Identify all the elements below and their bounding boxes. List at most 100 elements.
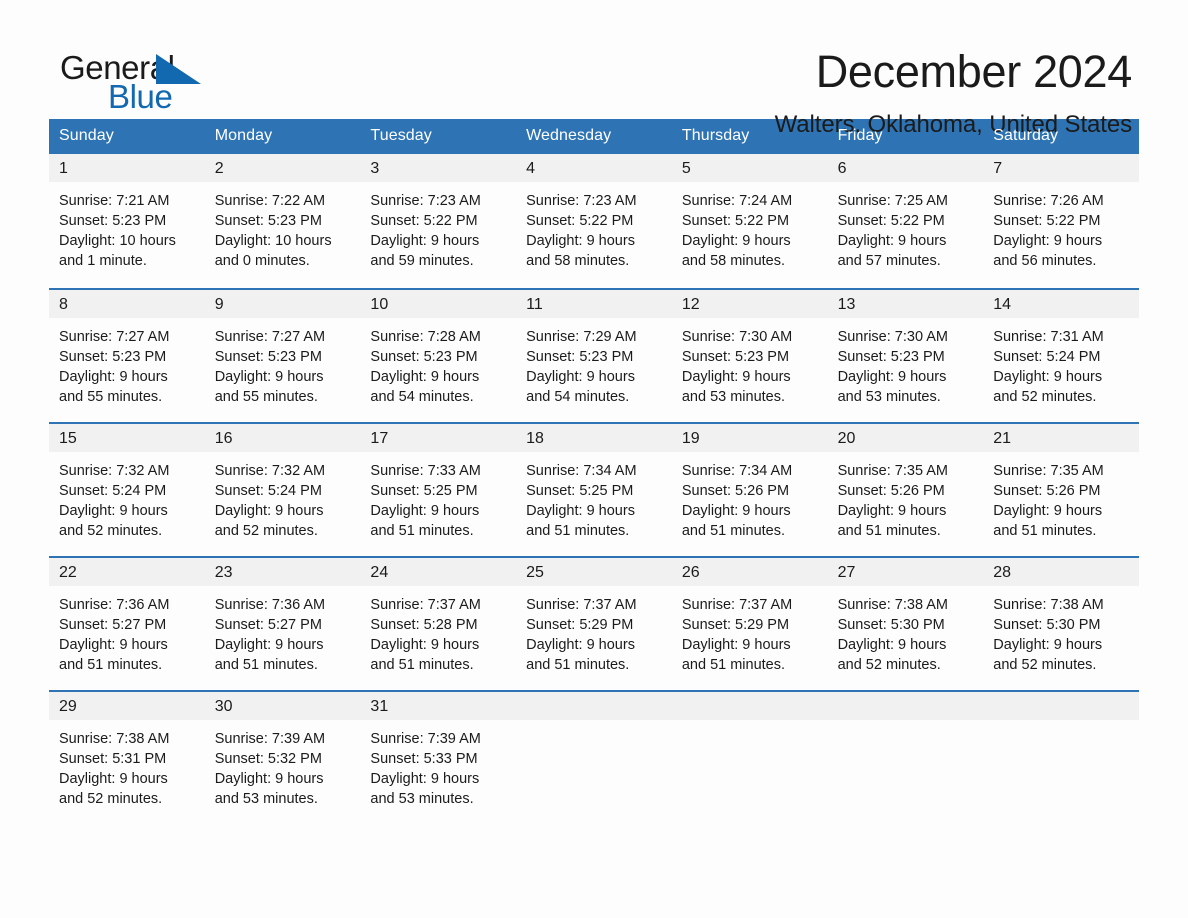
- day-sun-info: Sunrise: 7:26 AM Sunset: 5:22 PM Daylight:…: [983, 182, 1139, 271]
- day-daylight-line2-text: and 53 minutes.: [681, 389, 786, 405]
- day-sun-info: Sunrise: 7:37 AM Sunset: 5:29 PM Daylight:…: [516, 586, 672, 675]
- logo-text-blue: Blue: [108, 78, 173, 115]
- day-cell[interactable]: 4 Sunrise: 7:23 AM Sunset: 5:22 PM Daylight…: [516, 154, 672, 288]
- day-cell[interactable]: 26 Sunrise: 7:37 AM Sunset: 5:29 PM Dayligh…: [671, 556, 828, 690]
- day-daylight-line1-text: Daylight: 9 hours: [59, 503, 168, 519]
- calendar-week-row: 29 Sunrise: 7:38 AM Sunset: 5:31 PM Dayligh…: [49, 690, 1139, 812]
- day-number: 17: [360, 424, 517, 452]
- day-sunset-text: Sunset: 5:30 PM: [993, 617, 1101, 633]
- day-sun-info: Sunrise: 7:25 AM Sunset: 5:22 PM Daylight:…: [828, 182, 984, 271]
- day-sunset-text: Sunset: 5:22 PM: [681, 213, 790, 229]
- day-daylight-line1-text: Daylight: 9 hours: [526, 369, 635, 385]
- weekday-header-friday: Friday: [837, 127, 883, 144]
- day-daylight-line2-text: and 51 minutes.: [526, 523, 630, 539]
- page-header: General Blue December 2024 Walters, Okla…: [0, 0, 1188, 139]
- day-sunset-text: Sunset: 5:30 PM: [837, 617, 945, 633]
- day-cell[interactable]: 21 Sunrise: 7:35 AM Sunset: 5:26 PM Dayligh…: [983, 422, 1139, 556]
- day-sun-info: Sunrise: 7:30 AM Sunset: 5:23 PM Daylight:…: [828, 318, 984, 407]
- day-cell[interactable]: 22 Sunrise: 7:36 AM Sunset: 5:27 PM Dayligh…: [49, 556, 205, 690]
- day-daylight-line1-text: Daylight: 9 hours: [681, 369, 791, 385]
- day-cell[interactable]: 2 Sunrise: 7:22 AM Sunset: 5:23 PM Daylight…: [204, 154, 361, 288]
- day-daylight-line2-text: and 53 minutes.: [214, 791, 318, 807]
- day-cell[interactable]: 6 Sunrise: 7:25 AM Sunset: 5:22 PM Daylight…: [827, 154, 984, 288]
- day-daylight-line1-text: Daylight: 9 hours: [993, 503, 1103, 519]
- day-number: 1: [49, 154, 205, 182]
- day-cell[interactable]: 3 Sunrise: 7:23 AM Sunset: 5:22 PM Daylight…: [360, 154, 517, 288]
- day-daylight-line2-text: and 52 minutes.: [214, 523, 318, 539]
- weekday-header-row: Sunday Monday Tuesday Wednesday Thursday Frid…: [49, 119, 1139, 154]
- day-cell[interactable]: 17 Sunrise: 7:33 AM Sunset: 5:25 PM Dayligh…: [360, 422, 517, 556]
- day-cell[interactable]: 29 Sunrise: 7:38 AM Sunset: 5:31 PM Dayligh…: [49, 690, 205, 812]
- day-cell[interactable]: 31 Sunrise: 7:39 AM Sunset: 5:33 PM Dayligh…: [360, 690, 517, 812]
- day-daylight-line2-text: and 1 minute.: [59, 253, 147, 269]
- day-sunrise-text: Sunrise: 7:34 AM: [526, 463, 637, 479]
- day-sunset-text: Sunset: 5:27 PM: [59, 617, 167, 633]
- day-cell[interactable]: 10 Sunrise: 7:28 AM Sunset: 5:23 PM Dayligh…: [360, 288, 517, 422]
- day-sunset-text: Sunset: 5:24 PM: [993, 349, 1101, 365]
- day-sunset-text: Sunset: 5:23 PM: [370, 349, 478, 365]
- day-cell[interactable]: 24 Sunrise: 7:37 AM Sunset: 5:28 PM Dayligh…: [360, 556, 517, 690]
- day-daylight-line2-text: and 58 minutes.: [526, 253, 630, 269]
- day-sunrise-text: Sunrise: 7:34 AM: [681, 463, 793, 479]
- day-number: 22: [49, 558, 205, 586]
- day-number: 5: [671, 154, 828, 182]
- day-sunrise-text: Sunrise: 7:21 AM: [59, 193, 170, 209]
- day-daylight-line1-text: Daylight: 9 hours: [526, 233, 635, 249]
- day-sunset-text: Sunset: 5:23 PM: [214, 349, 322, 365]
- day-daylight-line1-text: Daylight: 9 hours: [526, 637, 635, 653]
- day-cell[interactable]: 7 Sunrise: 7:26 AM Sunset: 5:22 PM Daylight…: [983, 154, 1139, 288]
- day-cell[interactable]: 18 Sunrise: 7:34 AM Sunset: 5:25 PM Dayligh…: [516, 422, 672, 556]
- day-sun-info: Sunrise: 7:36 AM Sunset: 5:27 PM Daylight:…: [49, 586, 205, 675]
- day-cell[interactable]: 20 Sunrise: 7:35 AM Sunset: 5:26 PM Dayligh…: [827, 422, 984, 556]
- day-number: 11: [516, 290, 672, 318]
- day-cell[interactable]: 15 Sunrise: 7:32 AM Sunset: 5:24 PM Dayligh…: [49, 422, 205, 556]
- day-cell[interactable]: 14 Sunrise: 7:31 AM Sunset: 5:24 PM Dayligh…: [983, 288, 1139, 422]
- day-cell[interactable]: 12 Sunrise: 7:30 AM Sunset: 5:23 PM Dayligh…: [671, 288, 828, 422]
- day-daylight-line2-text: and 0 minutes.: [214, 253, 310, 269]
- day-sun-info: Sunrise: 7:31 AM Sunset: 5:24 PM Daylight:…: [983, 318, 1139, 407]
- day-daylight-line2-text: and 54 minutes.: [526, 389, 630, 405]
- day-sunrise-text: Sunrise: 7:36 AM: [214, 597, 326, 613]
- day-cell[interactable]: 5 Sunrise: 7:24 AM Sunset: 5:22 PM Daylight…: [671, 154, 828, 288]
- day-cell[interactable]: 25 Sunrise: 7:37 AM Sunset: 5:29 PM Dayligh…: [516, 556, 672, 690]
- day-cell[interactable]: 23 Sunrise: 7:36 AM Sunset: 5:27 PM Dayligh…: [204, 556, 361, 690]
- day-sunset-text: Sunset: 5:25 PM: [370, 483, 478, 499]
- day-cell[interactable]: 19 Sunrise: 7:34 AM Sunset: 5:26 PM Dayligh…: [671, 422, 828, 556]
- day-cell[interactable]: 16 Sunrise: 7:32 AM Sunset: 5:24 PM Dayligh…: [204, 422, 361, 556]
- day-number: 26: [671, 558, 828, 586]
- day-sunrise-text: Sunrise: 7:25 AM: [837, 193, 948, 209]
- day-daylight-line1-text: Daylight: 9 hours: [681, 233, 791, 249]
- day-cell[interactable]: 28 Sunrise: 7:38 AM Sunset: 5:30 PM Dayligh…: [983, 556, 1139, 690]
- day-cell[interactable]: 13 Sunrise: 7:30 AM Sunset: 5:23 PM Dayligh…: [827, 288, 984, 422]
- day-cell[interactable]: 30 Sunrise: 7:39 AM Sunset: 5:32 PM Dayligh…: [204, 690, 361, 812]
- day-cell[interactable]: 8 Sunrise: 7:27 AM Sunset: 5:23 PM Daylight…: [49, 288, 205, 422]
- day-sunset-text: Sunset: 5:23 PM: [837, 349, 945, 365]
- day-cell[interactable]: 9 Sunrise: 7:27 AM Sunset: 5:23 PM Daylight…: [204, 288, 361, 422]
- day-daylight-line2-text: and 51 minutes.: [370, 523, 474, 539]
- day-sun-info: Sunrise: 7:35 AM Sunset: 5:26 PM Daylight:…: [828, 452, 984, 541]
- day-number: 19: [671, 424, 828, 452]
- day-daylight-line1-text: Daylight: 9 hours: [993, 233, 1103, 249]
- day-number: 23: [204, 558, 361, 586]
- day-number: 4: [516, 154, 672, 182]
- calendar-week-row: 22 Sunrise: 7:36 AM Sunset: 5:27 PM Dayligh…: [49, 556, 1139, 690]
- day-daylight-line2-text: and 51 minutes.: [214, 657, 318, 673]
- day-cell[interactable]: 27 Sunrise: 7:38 AM Sunset: 5:30 PM Dayligh…: [827, 556, 984, 690]
- weekday-header-thursday: Thursday: [681, 127, 750, 144]
- day-cell[interactable]: 1 Sunrise: 7:21 AM Sunset: 5:23 PM Daylight…: [49, 154, 205, 288]
- day-number: 24: [360, 558, 517, 586]
- generalblue-logo[interactable]: General Blue: [56, 46, 256, 116]
- day-daylight-line1-text: Daylight: 9 hours: [370, 369, 480, 385]
- day-sunset-text: Sunset: 5:33 PM: [370, 751, 478, 767]
- day-sun-info: Sunrise: 7:37 AM Sunset: 5:28 PM Daylight:…: [360, 586, 516, 675]
- day-sunrise-text: Sunrise: 7:37 AM: [370, 597, 481, 613]
- day-sunrise-text: Sunrise: 7:35 AM: [993, 463, 1104, 479]
- day-sun-info: Sunrise: 7:23 AM Sunset: 5:22 PM Daylight:…: [516, 182, 672, 271]
- day-daylight-line2-text: and 55 minutes.: [214, 389, 318, 405]
- day-sun-info: Sunrise: 7:39 AM Sunset: 5:32 PM Daylight:…: [205, 720, 361, 809]
- day-cell[interactable]: 11 Sunrise: 7:29 AM Sunset: 5:23 PM Dayligh…: [516, 288, 672, 422]
- day-daylight-line2-text: and 51 minutes.: [837, 523, 941, 539]
- day-daylight-line2-text: and 55 minutes.: [59, 389, 163, 405]
- day-sun-info: Sunrise: 7:24 AM Sunset: 5:22 PM Daylight:…: [672, 182, 828, 271]
- weekday-header-wednesday: Wednesday: [526, 127, 612, 144]
